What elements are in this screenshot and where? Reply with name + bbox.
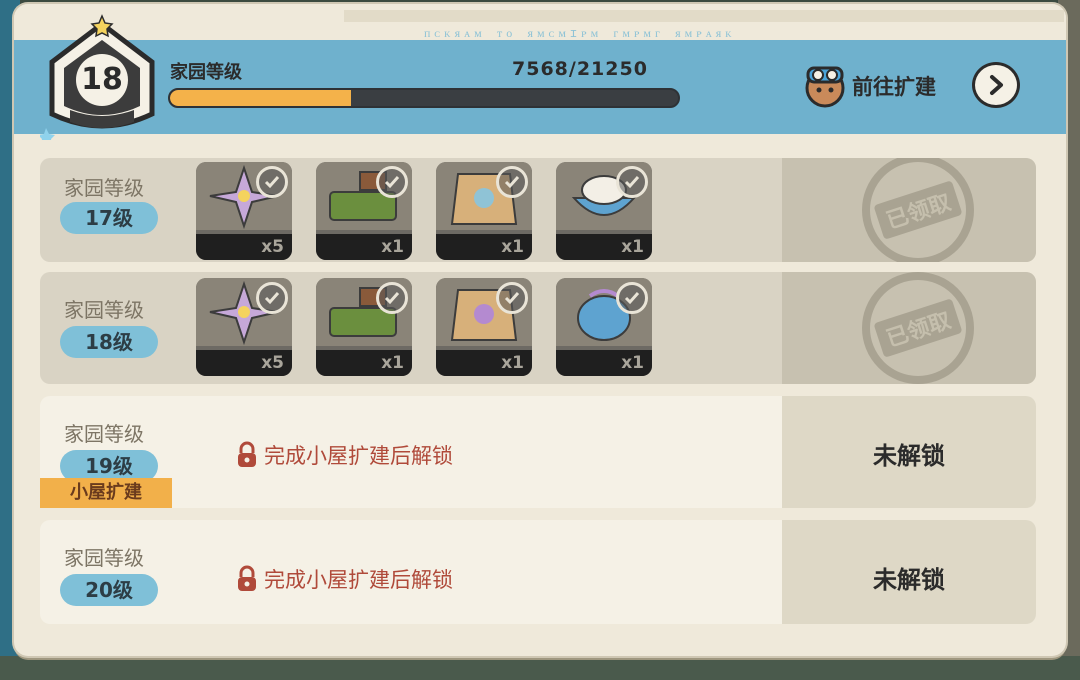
lock-message-text: 完成小屋扩建后解锁	[264, 444, 453, 468]
reward-item[interactable]: x5	[196, 278, 292, 376]
claimed-check-icon	[616, 166, 648, 198]
item-count: x5	[261, 237, 284, 257]
claimed-check-icon	[496, 166, 528, 198]
character-avatar-icon	[805, 66, 845, 108]
item-count: x1	[381, 353, 404, 373]
reward-item[interactable]: x1	[436, 162, 532, 260]
exp-progress-fill	[170, 90, 351, 106]
locked-button[interactable]: 未解锁	[782, 560, 1036, 595]
lock-message: 完成小屋扩建后解锁	[236, 440, 453, 470]
unlock-area: 未解锁	[782, 520, 1036, 624]
claimed-check-icon	[256, 166, 288, 198]
lock-icon	[238, 565, 256, 591]
claimed-stamp: 已领取	[862, 158, 974, 262]
locked-button[interactable]: 未解锁	[782, 436, 1036, 471]
reward-item[interactable]: x1	[316, 278, 412, 376]
claimed-check-icon	[256, 282, 288, 314]
lock-message-text: 完成小屋扩建后解锁	[264, 568, 453, 592]
row-level-pill: 17级	[60, 202, 158, 234]
background-bottom	[0, 656, 1080, 680]
row-title: 家园等级	[64, 546, 144, 570]
unlock-area: 未解锁	[782, 396, 1036, 508]
goto-expand-label[interactable]: 前往扩建	[852, 71, 936, 101]
row-level-pill: 18级	[60, 326, 158, 358]
claimed-stamp-text: 已领取	[873, 298, 963, 358]
rune-text: ᴨᴄᴋᴙᴀᴍ ᴛᴏ ᴙᴍᴄᴍɪᴘᴍ ᴦᴍᴘᴍᴦ ᴙᴍᴘᴀᴙᴋ	[424, 26, 736, 40]
claim-area: 已领取	[782, 272, 1036, 384]
cabin-expand-tag: 小屋扩建	[40, 478, 172, 508]
item-count: x1	[621, 237, 644, 257]
row-title: 家园等级	[64, 298, 144, 322]
reward-item[interactable]: x1	[436, 278, 532, 376]
claim-area: 已领取	[782, 158, 1036, 262]
reward-item[interactable]: x5	[196, 162, 292, 260]
claimed-stamp-text: 已领取	[873, 180, 963, 240]
claimed-check-icon	[376, 166, 408, 198]
item-count: x1	[501, 237, 524, 257]
reward-row-18: 家园等级 18级 x5 x1 x1 x1 已领取	[40, 272, 1036, 384]
claimed-check-icon	[496, 282, 528, 314]
reward-item[interactable]: x1	[556, 278, 652, 376]
row-title: 家园等级	[64, 176, 144, 200]
reward-row-20: 家园等级 20级 完成小屋扩建后解锁 未解锁	[40, 520, 1036, 624]
goto-expand-button[interactable]	[972, 62, 1020, 108]
exp-progress-text: 7568/21250	[512, 58, 648, 80]
row-level-pill: 20级	[60, 574, 158, 606]
row-title: 家园等级	[64, 422, 144, 446]
item-count: x1	[501, 353, 524, 373]
reward-row-19: 家园等级 19级 完成小屋扩建后解锁 未解锁	[40, 396, 1036, 508]
lock-message: 完成小屋扩建后解锁	[236, 564, 453, 594]
level-badge: 18	[38, 10, 164, 145]
reward-item[interactable]: x1	[316, 162, 412, 260]
header-decor-stripe	[344, 10, 1064, 22]
lock-icon	[238, 441, 256, 467]
item-count: x5	[261, 353, 284, 373]
claimed-stamp: 已领取	[862, 272, 974, 384]
reward-item[interactable]: x1	[556, 162, 652, 260]
claimed-check-icon	[376, 282, 408, 314]
level-number: 18	[81, 62, 123, 97]
reward-row-17: 家园等级 17级 x5 x1 x1 x1 已领取	[40, 158, 1036, 262]
chevron-right-icon	[990, 75, 1003, 95]
home-level-title: 家园等级	[170, 62, 242, 83]
item-count: x1	[621, 353, 644, 373]
claimed-check-icon	[616, 282, 648, 314]
exp-progress-bar	[168, 88, 680, 108]
item-count: x1	[381, 237, 404, 257]
